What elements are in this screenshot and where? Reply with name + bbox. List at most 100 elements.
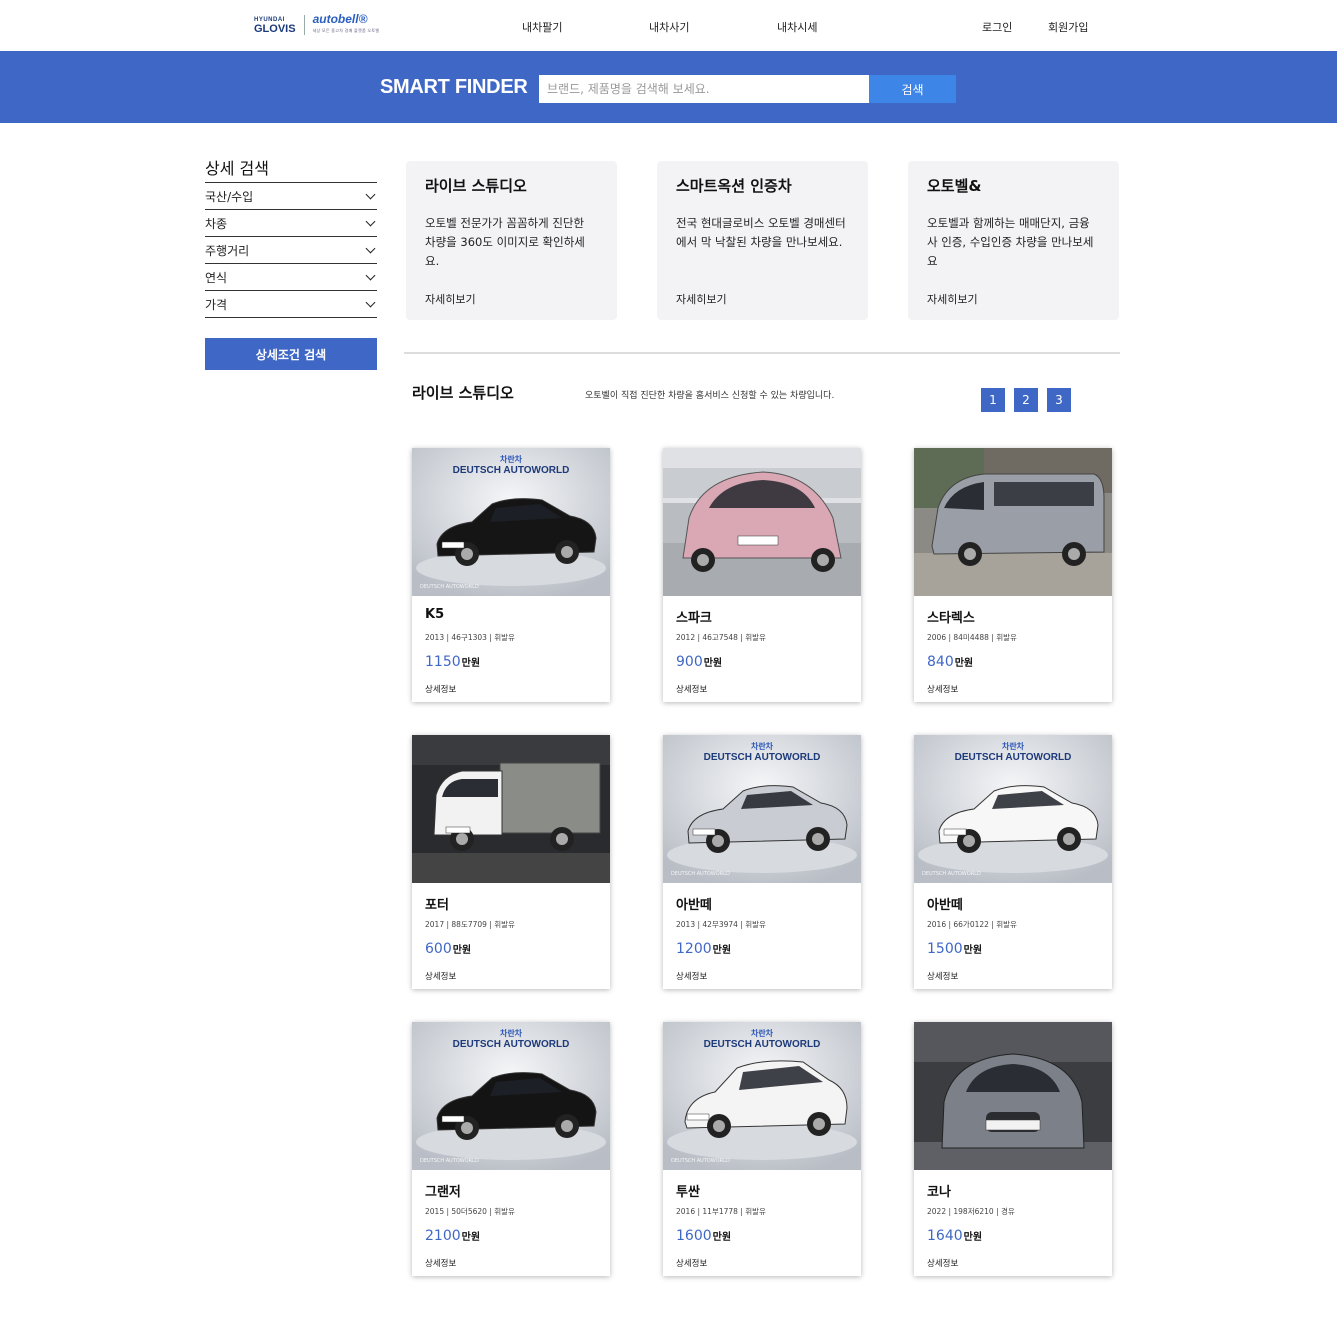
car-photo[interactable]: 차란차 DEUTSCH AUTOWORLD DEUTSCH AUTOWORLD xyxy=(914,735,1112,883)
page-button-1[interactable]: 1 xyxy=(981,388,1005,412)
dealer-watermark: 차란차 DEUTSCH AUTOWORLD xyxy=(914,741,1112,763)
car-price: 2100만원 xyxy=(425,1228,480,1244)
car-detail-link[interactable]: 상세정보 xyxy=(676,1257,707,1269)
filter-label: 차종 xyxy=(205,216,228,231)
car-detail-link[interactable]: 상세정보 xyxy=(425,1257,456,1269)
car-photo[interactable]: 차란차 DEUTSCH AUTOWORLD DEUTSCH AUTOWORLD xyxy=(412,1022,610,1170)
dealer-watermark-small: DEUTSCH AUTOWORLD xyxy=(420,584,479,590)
dealer-watermark-small: DEUTSCH AUTOWORLD xyxy=(420,1158,479,1164)
nav-link-price[interactable]: 내차시세 xyxy=(777,19,817,35)
car-name: 스파크 xyxy=(676,611,712,626)
filter-year[interactable]: 연식 xyxy=(205,264,377,291)
promo-more-link[interactable]: 자세히보기 xyxy=(927,291,978,307)
car-photo[interactable] xyxy=(914,448,1112,596)
autobell-logo: autobell® 세상 모든 중고차 경매 플랫폼 오토벨 xyxy=(312,13,380,36)
car-price: 1150만원 xyxy=(425,654,480,670)
car-photo[interactable] xyxy=(412,735,610,883)
watermark-brand: DEUTSCH AUTOWORLD xyxy=(452,1039,570,1050)
car-name: 아반떼 xyxy=(927,898,963,913)
car-card[interactable]: 포터 2017 | 88도7709 | 휘발유 600만원 상세정보 xyxy=(412,735,610,989)
page-button-2[interactable]: 2 xyxy=(1014,388,1038,412)
nav-link-sell[interactable]: 내차팔기 xyxy=(522,19,562,35)
filter-price[interactable]: 가격 xyxy=(205,291,377,318)
car-card[interactable]: 스타렉스 2006 | 84미4488 | 휘발유 840만원 상세정보 xyxy=(914,448,1112,702)
car-detail-link[interactable]: 상세정보 xyxy=(676,683,707,695)
page-button-3[interactable]: 3 xyxy=(1047,388,1071,412)
car-info: 2015 | 50더5620 | 휘발유 xyxy=(425,1207,515,1216)
car-image xyxy=(914,1022,1112,1170)
car-image xyxy=(412,735,610,883)
section-title: 라이브 스튜디오 xyxy=(412,384,514,402)
filter-mileage[interactable]: 주행거리 xyxy=(205,237,377,264)
car-price: 840만원 xyxy=(927,654,973,670)
chevron-down-icon xyxy=(365,216,376,226)
car-image xyxy=(914,448,1112,596)
promo-more-link[interactable]: 자세히보기 xyxy=(676,291,727,307)
car-card[interactable]: 차란차 DEUTSCH AUTOWORLD DEUTSCH AUTOWORLD 투싼… xyxy=(663,1022,861,1276)
price-unit: 만원 xyxy=(452,945,472,956)
dealer-watermark: 차란차 DEUTSCH AUTOWORLD xyxy=(412,454,610,476)
price-value: 2100 xyxy=(425,1228,461,1244)
section-description: 오토벨이 직접 진단한 차량을 홈서비스 신청할 수 있는 차량입니다. xyxy=(585,391,835,401)
car-detail-link[interactable]: 상세정보 xyxy=(927,683,958,695)
nav-link-buy[interactable]: 내차사기 xyxy=(649,19,689,35)
car-photo[interactable] xyxy=(663,448,861,596)
smart-finder-bar: SMART FINDER 검색 xyxy=(0,51,1337,123)
promo-smart-auction[interactable]: 스마트옥션 인증차 전국 현대글로비스 오토벨 경매센터에서 막 낙찰된 차량을… xyxy=(657,161,868,320)
car-info: 2013 | 46구1303 | 휘발유 xyxy=(425,633,515,642)
logo-divider xyxy=(303,15,305,35)
watermark-brand: DEUTSCH AUTOWORLD xyxy=(703,752,821,763)
dealer-watermark-small: DEUTSCH AUTOWORLD xyxy=(922,871,981,877)
filter-label: 국산/수입 xyxy=(205,189,254,204)
car-card[interactable]: 차란차 DEUTSCH AUTOWORLD DEUTSCH AUTOWORLD 그랜… xyxy=(412,1022,610,1276)
car-photo[interactable]: 차란차 DEUTSCH AUTOWORLD DEUTSCH AUTOWORLD xyxy=(663,735,861,883)
login-link[interactable]: 로그인 xyxy=(982,19,1012,35)
car-name: 그랜저 xyxy=(425,1185,461,1200)
car-detail-link[interactable]: 상세정보 xyxy=(927,1257,958,1269)
car-card[interactable]: 차란차 DEUTSCH AUTOWORLD DEUTSCH AUTOWORLD K5… xyxy=(412,448,610,702)
filter-origin[interactable]: 국산/수입 xyxy=(205,183,377,210)
dealer-watermark-small: DEUTSCH AUTOWORLD xyxy=(671,1158,730,1164)
car-detail-link[interactable]: 상세정보 xyxy=(927,970,958,982)
car-info: 2016 | 11부1778 | 휘발유 xyxy=(676,1207,766,1216)
price-unit: 만원 xyxy=(461,1232,481,1243)
car-card[interactable]: 스파크 2012 | 46고7548 | 휘발유 900만원 상세정보 xyxy=(663,448,861,702)
promo-live-studio[interactable]: 라이브 스튜디오 오토벨 전문가가 꼼꼼하게 진단한 차량을 360도 이미지로… xyxy=(406,161,617,320)
promo-autobell-and[interactable]: 오토벨& 오토벨과 함께하는 매매단지, 금융사 인증, 수입인증 차량을 만나… xyxy=(908,161,1119,320)
car-detail-link[interactable]: 상세정보 xyxy=(425,683,456,695)
car-detail-link[interactable]: 상세정보 xyxy=(676,970,707,982)
promo-desc: 오토벨 전문가가 꼼꼼하게 진단한 차량을 360도 이미지로 확인하세요. xyxy=(425,216,585,268)
car-info: 2006 | 84미4488 | 휘발유 xyxy=(927,633,1017,642)
dealer-watermark: 차란차 DEUTSCH AUTOWORLD xyxy=(663,741,861,763)
car-name: 스타렉스 xyxy=(927,611,975,626)
dealer-watermark-small: DEUTSCH AUTOWORLD xyxy=(671,871,730,877)
detail-search-button[interactable]: 상세조건 검색 xyxy=(205,338,377,370)
car-image xyxy=(663,448,861,596)
chevron-down-icon xyxy=(365,243,376,253)
car-photo[interactable]: 차란차 DEUTSCH AUTOWORLD DEUTSCH AUTOWORLD xyxy=(663,1022,861,1170)
car-card[interactable]: 차란차 DEUTSCH AUTOWORLD DEUTSCH AUTOWORLD 아반… xyxy=(914,735,1112,989)
chevron-down-icon xyxy=(365,297,376,307)
car-name: 아반떼 xyxy=(676,898,712,913)
price-value: 600 xyxy=(425,941,452,957)
promo-more-link[interactable]: 자세히보기 xyxy=(425,291,476,307)
car-info: 2013 | 42무3974 | 휘발유 xyxy=(676,920,766,929)
price-value: 1150 xyxy=(425,654,461,670)
car-card[interactable]: 코나 2022 | 198저6210 | 경유 1640만원 상세정보 xyxy=(914,1022,1112,1276)
search-button[interactable]: 검색 xyxy=(869,75,956,103)
pagination: 1 2 3 xyxy=(981,388,1071,412)
car-photo[interactable] xyxy=(914,1022,1112,1170)
glovis-autobell-logo[interactable]: HYUNDAI GLOVIS autobell® 세상 모든 중고차 경매 플랫… xyxy=(254,12,379,38)
filter-car-type[interactable]: 차종 xyxy=(205,210,377,237)
price-unit: 만원 xyxy=(712,945,732,956)
car-info: 2017 | 88도7709 | 휘발유 xyxy=(425,920,515,929)
car-card[interactable]: 차란차 DEUTSCH AUTOWORLD DEUTSCH AUTOWORLD 아반… xyxy=(663,735,861,989)
section-divider xyxy=(404,352,1120,354)
search-input[interactable] xyxy=(539,75,869,103)
chevron-down-icon xyxy=(365,189,376,199)
promo-desc: 오토벨과 함께하는 매매단지, 금융사 인증, 수입인증 차량을 만나보세요 xyxy=(927,216,1094,268)
car-detail-link[interactable]: 상세정보 xyxy=(425,970,456,982)
car-photo[interactable]: 차란차 DEUTSCH AUTOWORLD DEUTSCH AUTOWORLD xyxy=(412,448,610,596)
signup-link[interactable]: 회원가입 xyxy=(1048,19,1088,35)
logo-tagline: 세상 모든 중고차 경매 플랫폼 오토벨 xyxy=(312,28,380,33)
